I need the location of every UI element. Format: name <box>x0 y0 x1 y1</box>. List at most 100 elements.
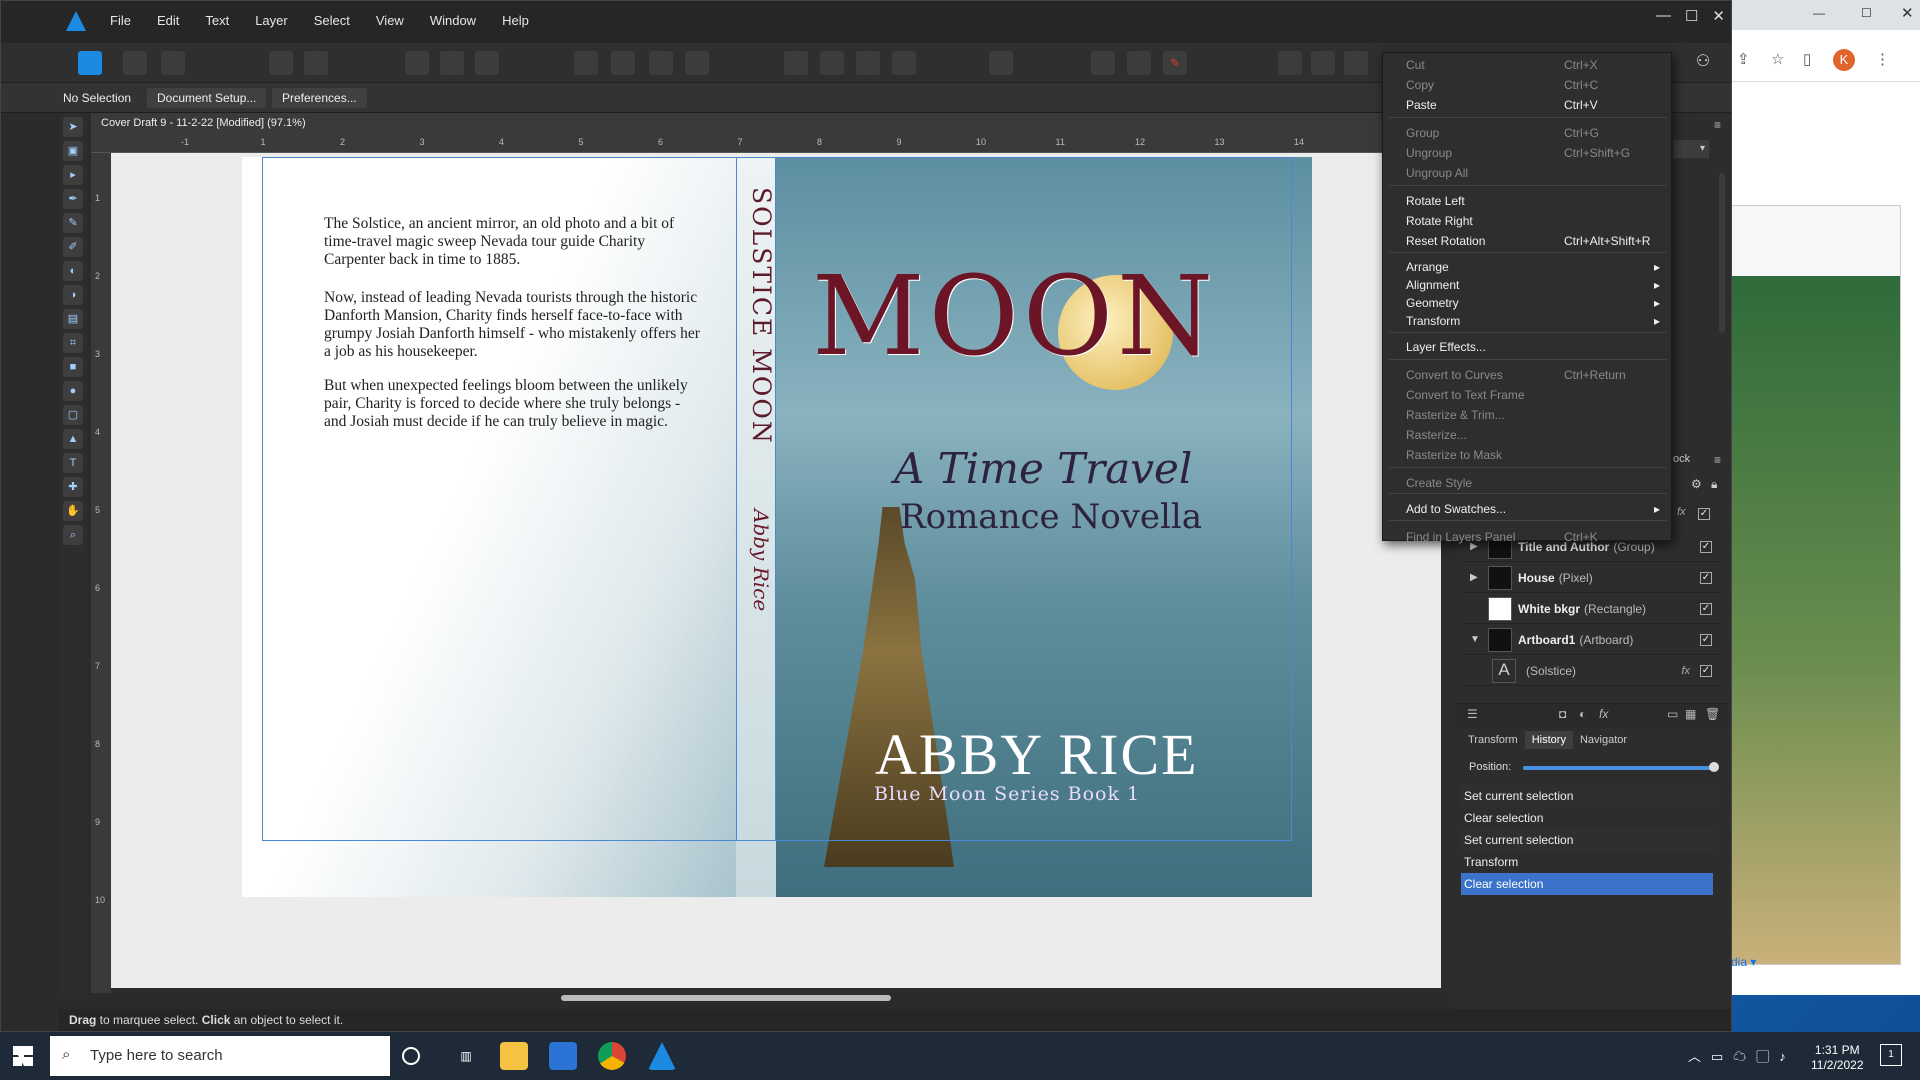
fx-icon[interactable]: fx <box>1599 707 1608 721</box>
designer-persona-icon[interactable] <box>269 51 293 75</box>
fx-icon[interactable]: fx <box>1681 665 1690 677</box>
cover-spread[interactable]: The Solstice, an ancient mirror, an old … <box>242 157 1312 897</box>
tab-transform[interactable]: Transform <box>1461 731 1525 749</box>
maximize-icon[interactable]: ☐ <box>1685 7 1698 25</box>
menu-item-group[interactable]: Group Ctrl+G <box>1406 124 1668 142</box>
tab-navigator[interactable]: Navigator <box>1573 731 1634 749</box>
history-item[interactable]: Set current selection <box>1461 785 1713 807</box>
preferences-button[interactable]: Preferences... <box>272 88 367 108</box>
visibility-checkbox[interactable]: ✓ <box>1700 602 1712 615</box>
history-item[interactable]: Clear selection <box>1461 807 1713 829</box>
layer-row[interactable]: White bkgr (Rectangle) ✓ <box>1462 594 1720 624</box>
history-position-knob[interactable] <box>1709 762 1719 772</box>
menu-view[interactable]: View <box>363 13 417 28</box>
document-setup-button[interactable]: Document Setup... <box>147 88 267 108</box>
close-icon[interactable]: ✕ <box>1901 4 1914 22</box>
layers-panel-icon[interactable]: ☰ <box>1467 707 1478 721</box>
publisher-persona-icon[interactable] <box>78 51 102 75</box>
boolean-icon[interactable] <box>1278 51 1302 75</box>
close-icon[interactable]: ✕ <box>1712 7 1725 25</box>
horizontal-scrollbar[interactable] <box>561 995 891 1001</box>
menu-item-create-style[interactable]: Create Style <box>1406 474 1668 492</box>
menu-item-ungroup[interactable]: Ungroup Ctrl+Shift+G <box>1406 144 1668 162</box>
menu-item-layer-effects[interactable]: Layer Effects... <box>1406 338 1668 356</box>
visibility-checkbox[interactable]: ✓ <box>1700 664 1712 677</box>
profile-avatar[interactable]: K <box>1833 49 1855 71</box>
share-icon[interactable] <box>161 51 185 75</box>
minimize-icon[interactable]: — <box>1656 7 1671 25</box>
magnet-icon[interactable]: ✎ <box>1163 51 1187 75</box>
layer-dropdown[interactable]: ▾ <box>1673 140 1709 158</box>
menu-help[interactable]: Help <box>489 13 542 28</box>
menu-item-find-in-layers-panel[interactable]: Find in Layers Panel Ctrl+K <box>1406 528 1668 546</box>
arrange-icon[interactable] <box>784 51 808 75</box>
photo-persona-icon[interactable] <box>123 51 147 75</box>
menu-item-rotate-left[interactable]: Rotate Left <box>1406 192 1668 210</box>
fill-tool-icon[interactable]: ◐ <box>63 261 83 281</box>
visibility-checkbox[interactable]: ✓ <box>1700 571 1712 584</box>
menu-edit[interactable]: Edit <box>144 13 192 28</box>
notification-icon[interactable]: 1 <box>1880 1044 1902 1066</box>
node-tool-icon[interactable]: ▸ <box>63 165 83 185</box>
menu-item-copy[interactable]: Copy Ctrl+C <box>1406 76 1668 94</box>
panel-scrollbar[interactable] <box>1719 173 1725 333</box>
mask-icon[interactable]: ◘ <box>1559 707 1566 721</box>
menu-item-add-to-swatches[interactable]: Add to Swatches... ▸ <box>1406 500 1668 518</box>
snap-icon[interactable] <box>1127 51 1151 75</box>
history-item[interactable]: Transform <box>1461 851 1713 873</box>
menu-item-rasterize-to-mask[interactable]: Rasterize to Mask <box>1406 446 1668 464</box>
taskbar-search[interactable]: ⌕ Type here to search <box>50 1036 390 1076</box>
menu-icon[interactable]: ⋮ <box>1875 50 1890 68</box>
menu-item-rotate-right[interactable]: Rotate Right <box>1406 212 1668 230</box>
frame-icon[interactable] <box>475 51 499 75</box>
grid-icon[interactable] <box>1091 51 1115 75</box>
photo-persona-icon[interactable] <box>304 51 328 75</box>
arrange-icon[interactable] <box>892 51 916 75</box>
menu-item-arrange[interactable]: Arrange ▸ <box>1406 258 1668 276</box>
hand-tool-icon[interactable]: ✋ <box>63 501 83 521</box>
menu-text[interactable]: Text <box>192 13 242 28</box>
history-item[interactable]: Clear selection <box>1461 873 1713 895</box>
history-position-slider[interactable] <box>1523 766 1715 770</box>
vertical-ruler[interactable]: 1 2 3 4 5 6 7 8 9 10 <box>91 153 111 993</box>
zoom-tool-icon[interactable]: ⌕ <box>63 525 83 545</box>
menu-item-paste[interactable]: Paste Ctrl+V <box>1406 96 1668 114</box>
menu-select[interactable]: Select <box>301 13 363 28</box>
menu-file[interactable]: File <box>97 13 144 28</box>
menu-item-transform[interactable]: Transform ▸ <box>1406 312 1668 330</box>
transparency-tool-icon[interactable]: ◑ <box>63 285 83 305</box>
share-icon[interactable]: ⇪ <box>1737 50 1750 68</box>
add-layer-icon[interactable]: ▭ <box>1667 707 1678 721</box>
task-view-icon[interactable]: ▥ <box>452 1042 480 1070</box>
menu-item-cut[interactable]: Cut Ctrl+X <box>1406 56 1668 74</box>
panel-menu-icon[interactable]: ≡ <box>1714 118 1721 132</box>
browser-link[interactable]: dia ▾ <box>1731 955 1756 969</box>
canvas[interactable]: The Solstice, an ancient mirror, an old … <box>111 153 1441 1001</box>
history-item[interactable]: Set current selection <box>1461 829 1713 851</box>
visibility-checkbox[interactable]: ✓ <box>1698 508 1710 520</box>
adjustment-icon[interactable]: ◐ <box>1579 707 1586 721</box>
visibility-checkbox[interactable]: ✓ <box>1700 633 1712 646</box>
move-tool-icon[interactable]: ➤ <box>63 117 83 137</box>
align-icon[interactable] <box>649 51 673 75</box>
minimize-icon[interactable]: — <box>1813 6 1825 20</box>
fx-icon[interactable]: fx <box>1677 506 1686 518</box>
boolean-icon[interactable] <box>1344 51 1368 75</box>
rounded-rect-tool-icon[interactable]: ▢ <box>63 405 83 425</box>
align-icon[interactable] <box>611 51 635 75</box>
menu-layer[interactable]: Layer <box>242 13 301 28</box>
ellipse-tool-icon[interactable]: ● <box>63 381 83 401</box>
store-icon[interactable] <box>549 1042 577 1070</box>
file-explorer-icon[interactable] <box>500 1042 528 1070</box>
maximize-icon[interactable]: ☐ <box>1861 6 1872 20</box>
visibility-checkbox[interactable]: ✓ <box>1700 540 1712 553</box>
menu-item-alignment[interactable]: Alignment ▸ <box>1406 276 1668 294</box>
menu-item-reset-rotation[interactable]: Reset Rotation Ctrl+Alt+Shift+R <box>1406 232 1668 250</box>
rectangle-tool-icon[interactable]: ■ <box>63 357 83 377</box>
menu-item-rasterize[interactable]: Rasterize... <box>1406 426 1668 444</box>
crop-tool-icon[interactable]: ⌗ <box>63 333 83 353</box>
document-tab[interactable]: Cover Draft 9 - 11-2-22 [Modified] (97.1… <box>91 113 1451 135</box>
horizontal-ruler[interactable]: -1 1 2 3 4 5 6 7 8 9 10 11 12 13 14 <box>91 135 1451 153</box>
boolean-icon[interactable] <box>1311 51 1335 75</box>
arrange-icon[interactable] <box>856 51 880 75</box>
